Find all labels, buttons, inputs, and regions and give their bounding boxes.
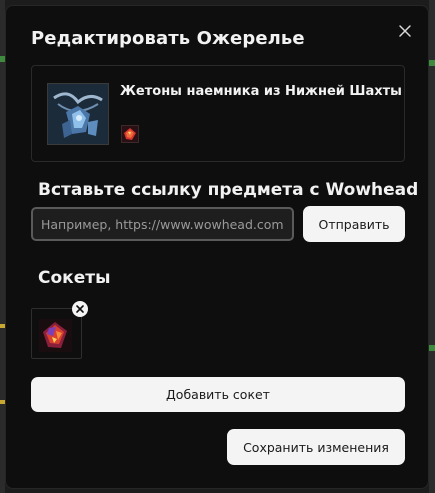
remove-socket-button[interactable] bbox=[72, 301, 88, 317]
background-page-right bbox=[429, 0, 435, 493]
sockets-label: Сокеты bbox=[38, 268, 111, 288]
modal-title: Редактировать Ожерелье bbox=[31, 28, 305, 49]
item-name: Жетоны наемника из Нижней Шахты bbox=[120, 84, 402, 99]
ruby-gem-icon bbox=[121, 125, 139, 143]
add-socket-button[interactable]: Добавить сокет bbox=[31, 377, 405, 412]
edit-item-modal: Редактировать Ожерелье Жетоны наемника и… bbox=[5, 5, 429, 489]
background-marker bbox=[429, 345, 435, 351]
necklace-icon bbox=[47, 83, 109, 145]
close-icon bbox=[399, 25, 411, 37]
ruby-gem-icon bbox=[39, 319, 72, 352]
remove-socket-icon bbox=[76, 305, 84, 313]
close-button[interactable] bbox=[396, 22, 414, 40]
wowhead-url-input[interactable] bbox=[31, 207, 294, 241]
save-changes-button[interactable]: Сохранить изменения bbox=[227, 429, 405, 465]
wowhead-link-label: Вставьте ссылку предмета с Wowhead bbox=[38, 180, 419, 200]
send-button[interactable]: Отправить bbox=[303, 206, 405, 242]
item-card: Жетоны наемника из Нижней Шахты bbox=[31, 65, 405, 162]
background-marker bbox=[429, 60, 435, 66]
